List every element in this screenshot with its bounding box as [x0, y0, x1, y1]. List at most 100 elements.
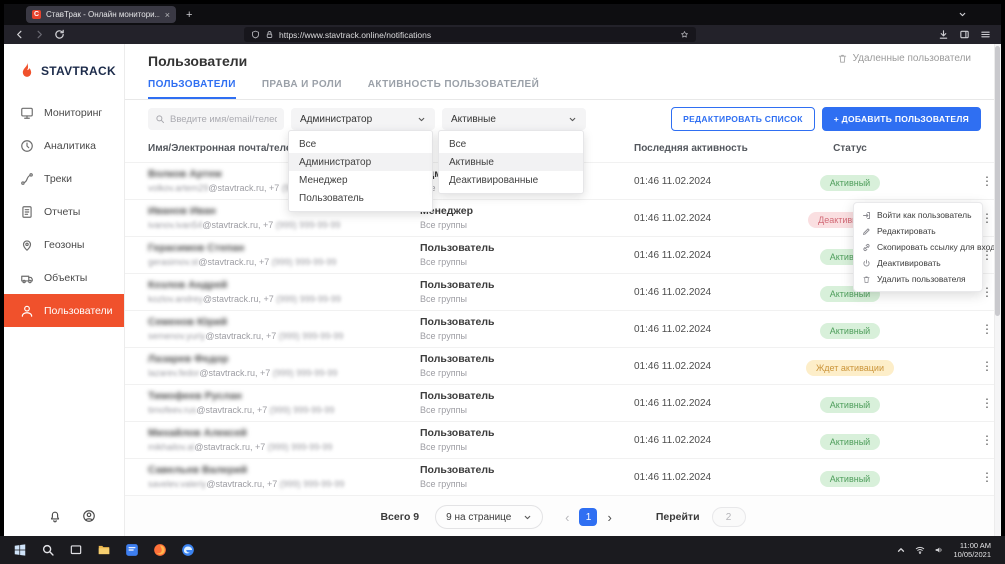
file-explorer-button[interactable] — [90, 536, 118, 564]
taskbar-clock[interactable]: 11:00 AM 10/05/2021 — [953, 541, 991, 559]
dropdown-option[interactable]: Деактивированные — [439, 171, 583, 189]
sidebar-item[interactable]: Пользователи — [4, 294, 124, 327]
user-role-cell: Пользователь Все группы — [420, 353, 494, 378]
user-email-domain: @stavtrack.ru, +7 — [202, 220, 275, 230]
back-icon[interactable] — [14, 29, 25, 40]
scrollbar[interactable] — [994, 44, 1001, 536]
sidebar-item[interactable]: Треки — [4, 162, 124, 195]
forward-icon[interactable] — [34, 29, 45, 40]
app-menu-icon[interactable] — [980, 29, 991, 40]
status-filter-select[interactable]: Активные — [442, 108, 586, 130]
user-email-blurred: lazarev.fedor — [148, 368, 199, 378]
page-tab[interactable]: АКТИВНОСТЬ ПОЛЬЗОВАТЕЛЕЙ — [368, 79, 539, 99]
user-role: Пользователь — [420, 390, 494, 402]
tray-chevron-up-icon[interactable] — [896, 545, 906, 555]
logo-flame-icon — [17, 61, 37, 81]
row-actions-kebab-icon[interactable]: ⋮ — [981, 470, 993, 484]
sidebar-panel-icon[interactable] — [959, 29, 970, 40]
url-bar[interactable]: https://www.stavtrack.online/notificatio… — [244, 27, 696, 42]
downloads-icon[interactable] — [938, 29, 949, 40]
chevron-down-icon — [568, 115, 577, 124]
notifications-bell-icon[interactable] — [48, 509, 62, 523]
current-page-button[interactable]: 1 — [579, 508, 597, 526]
task-view-button[interactable] — [62, 536, 90, 564]
row-context-menu: Войти как пользователь Редактировать Ско… — [853, 202, 983, 292]
sidebar-item[interactable]: Мониторинг — [4, 96, 124, 129]
tab-list-chevron-icon[interactable] — [958, 10, 967, 19]
folder-icon — [97, 543, 111, 557]
user-phone-blurred: (999) 999-99-99 — [279, 331, 344, 341]
context-menu-item[interactable]: Удалить пользователя — [854, 271, 982, 287]
refresh-icon[interactable] — [54, 29, 65, 40]
table-row: Семенов Юрий semenov.yuriy@stavtrack.ru,… — [125, 310, 1001, 347]
edge-icon — [181, 543, 195, 557]
per-page-select[interactable]: 9 на странице — [435, 505, 543, 529]
user-contact: timofeev.rus@stavtrack.ru, +7 (999) 999-… — [148, 405, 334, 415]
sidebar-item-icon — [20, 172, 34, 186]
start-button[interactable] — [6, 536, 34, 564]
user-group: Все группы — [420, 294, 494, 304]
user-search[interactable] — [148, 108, 284, 130]
new-tab-button[interactable]: + — [186, 9, 192, 21]
add-user-button[interactable]: + ДОБАВИТЬ ПОЛЬЗОВАТЕЛЯ — [822, 107, 981, 131]
scrollbar-thumb[interactable] — [995, 46, 1000, 316]
user-name-cell: Лазарев Федор lazarev.fedor@stavtrack.ru… — [148, 353, 337, 378]
sidebar-item[interactable]: Объекты — [4, 261, 124, 294]
taskbar-search-button[interactable] — [34, 536, 62, 564]
user-last-activity: 01:46 11.02.2024 — [634, 361, 711, 372]
context-menu-label: Редактировать — [877, 226, 936, 236]
url-text[interactable]: https://www.stavtrack.online/notificatio… — [279, 30, 675, 40]
context-menu-item[interactable]: Скопировать ссылку для входа — [854, 239, 982, 255]
context-menu-item[interactable]: Войти как пользователь — [854, 207, 982, 223]
firefox-button[interactable] — [146, 536, 174, 564]
role-filter-select[interactable]: Администратор — [291, 108, 435, 130]
dropdown-option[interactable]: Активные — [439, 153, 583, 171]
prev-page-button[interactable]: ‹ — [565, 510, 569, 525]
context-menu-item[interactable]: Редактировать — [854, 223, 982, 239]
context-menu-icon — [862, 259, 871, 268]
page-tab[interactable]: ПРАВА И РОЛИ — [262, 79, 342, 99]
shield-icon[interactable] — [251, 30, 260, 39]
dropdown-option[interactable]: Менеджер — [289, 171, 432, 189]
sidebar-item-label: Объекты — [44, 272, 87, 284]
context-menu-item[interactable]: Деактивировать — [854, 255, 982, 271]
network-icon[interactable] — [915, 545, 925, 555]
goto-page-label: Перейти — [656, 511, 700, 523]
browser-tab[interactable]: С СтавТрак - Онлайн монитори... × — [26, 6, 176, 23]
row-actions-kebab-icon[interactable]: ⋮ — [981, 322, 993, 336]
lock-icon[interactable] — [265, 30, 274, 39]
account-icon[interactable] — [82, 509, 96, 523]
bookmark-star-icon[interactable] — [680, 30, 689, 39]
sidebar-item[interactable]: Аналитика — [4, 129, 124, 162]
deleted-users-button[interactable]: Удаленные пользователи — [837, 53, 971, 64]
edge-button[interactable] — [174, 536, 202, 564]
task-view-icon — [69, 543, 83, 557]
search-input[interactable] — [170, 114, 277, 125]
dropdown-option[interactable]: Администратор — [289, 153, 432, 171]
edit-list-button[interactable]: РЕДАКТИРОВАТЬ СПИСОК — [671, 107, 815, 131]
dropdown-option[interactable]: Все — [289, 135, 432, 153]
tab-close-icon[interactable]: × — [165, 10, 170, 20]
chat-app-button[interactable] — [118, 536, 146, 564]
volume-icon[interactable] — [934, 545, 944, 555]
status-badge: Активный — [820, 323, 880, 339]
row-actions-kebab-icon[interactable]: ⋮ — [981, 396, 993, 410]
user-email-domain: @stavtrack.ru, +7 — [203, 294, 276, 304]
row-actions-kebab-icon[interactable]: ⋮ — [981, 433, 993, 447]
goto-page-input[interactable] — [712, 507, 746, 527]
row-actions-kebab-icon[interactable]: ⋮ — [981, 359, 993, 373]
row-actions-kebab-icon[interactable]: ⋮ — [981, 174, 993, 188]
next-page-button[interactable]: › — [607, 510, 611, 525]
user-name-cell: Савельев Валерий savelev.valeriy@stavtra… — [148, 464, 344, 489]
dropdown-option[interactable]: Все — [439, 135, 583, 153]
app-logo[interactable]: STAVTRACK — [4, 44, 124, 86]
context-menu-icon — [862, 227, 871, 236]
trash-icon — [837, 53, 848, 64]
sidebar-item[interactable]: Геозоны — [4, 228, 124, 261]
page-tab[interactable]: ПОЛЬЗОВАТЕЛИ — [148, 79, 236, 99]
dropdown-option[interactable]: Пользователь — [289, 189, 432, 207]
logo-text: STAVTRACK — [41, 64, 116, 78]
sidebar-menu: Мониторинг Аналитика Треки — [4, 96, 124, 327]
sidebar-item[interactable]: Отчеты — [4, 195, 124, 228]
user-role: Пользователь — [420, 427, 494, 439]
